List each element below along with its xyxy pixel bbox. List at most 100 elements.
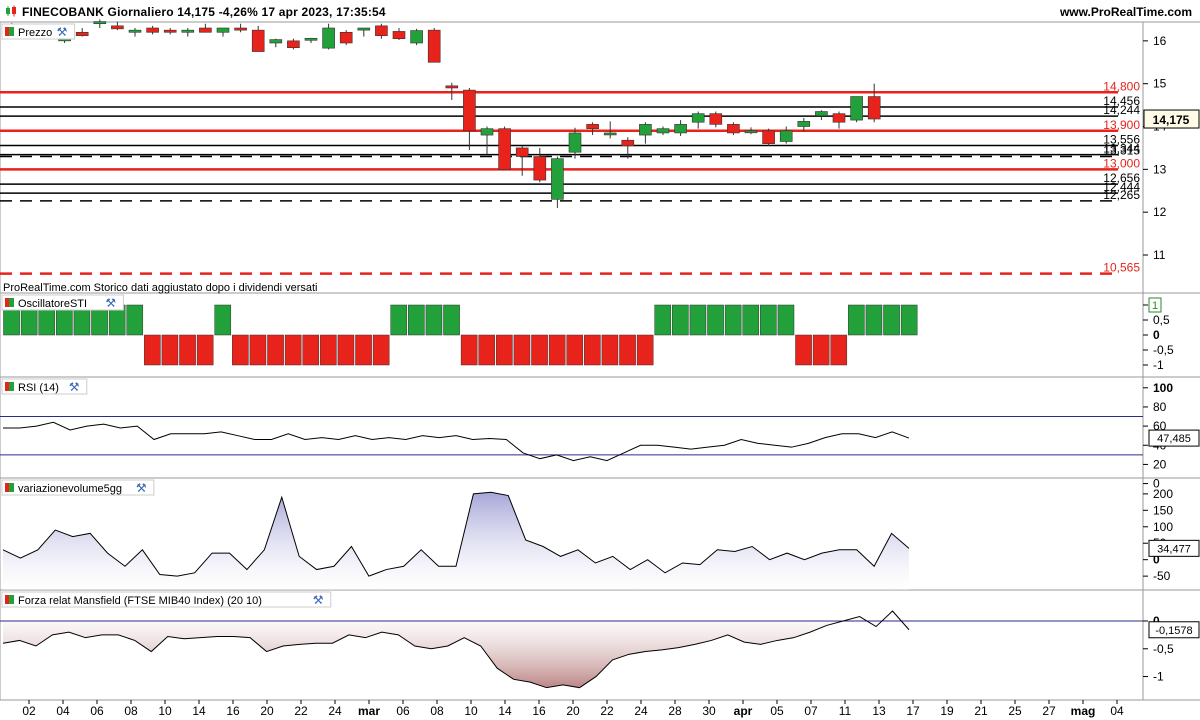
candle-body bbox=[357, 27, 371, 31]
candle-body bbox=[146, 27, 159, 33]
panel-label-text: variazionevolume5gg bbox=[18, 483, 122, 495]
candle-body bbox=[621, 139, 635, 147]
candle-body bbox=[832, 113, 846, 123]
sti-tick-label: 0 bbox=[1153, 328, 1160, 342]
candle-body bbox=[375, 25, 388, 37]
sti-bar bbox=[777, 304, 795, 336]
x-tick-label: 25 bbox=[1008, 704, 1022, 718]
candle-body bbox=[199, 27, 212, 33]
wrench-icon[interactable]: ⚒ bbox=[69, 380, 80, 394]
sti-bar bbox=[320, 334, 337, 366]
panel-label-rsi[interactable]: RSI (14) ⚒ bbox=[1, 378, 88, 395]
price-level-label: 13,000 bbox=[1103, 156, 1140, 170]
price-level-label: 12,265 bbox=[1103, 188, 1140, 202]
panel-label-prezzo[interactable]: Prezzo ⚒ bbox=[1, 23, 76, 40]
candle-body bbox=[568, 132, 582, 153]
x-tick-label: 22 bbox=[294, 704, 308, 718]
wrench-icon[interactable]: ⚒ bbox=[105, 296, 116, 310]
x-tick-label: 22 bbox=[600, 704, 614, 718]
candle-body bbox=[304, 37, 318, 41]
sti-bar bbox=[408, 304, 425, 336]
candle-body bbox=[339, 31, 353, 44]
x-tick-label: 14 bbox=[192, 704, 206, 718]
x-tick-label: apr bbox=[734, 704, 753, 718]
candle-body bbox=[515, 147, 529, 157]
sti-bar bbox=[390, 304, 408, 336]
candle-body bbox=[75, 31, 89, 37]
sti-bar bbox=[425, 304, 443, 336]
sti-bar bbox=[760, 304, 777, 336]
panel-label-volume[interactable]: variazionevolume5gg ⚒ bbox=[1, 479, 155, 496]
candle-body bbox=[867, 96, 881, 120]
sti-bar bbox=[848, 304, 865, 336]
sti-bar bbox=[865, 304, 883, 336]
rsi-tick-label: 100 bbox=[1153, 381, 1173, 395]
panel-label-text: OscillatoreSTI bbox=[18, 298, 87, 310]
candle-body bbox=[797, 121, 811, 127]
sti-bar bbox=[249, 334, 267, 366]
candle-body bbox=[603, 132, 617, 136]
panel-label-sti[interactable]: OscillatoreSTI ⚒ bbox=[1, 294, 124, 311]
panel-label-text: Prezzo bbox=[18, 27, 52, 39]
x-tick-label: 16 bbox=[532, 704, 546, 718]
indicator-icon-half bbox=[5, 483, 9, 492]
x-tick-label: 21 bbox=[974, 704, 988, 718]
sti-bar bbox=[636, 334, 654, 366]
sti-bar bbox=[531, 334, 548, 366]
x-tick-label: 20 bbox=[566, 704, 580, 718]
volume-tick-label: 100 bbox=[1153, 520, 1173, 534]
sti-bar bbox=[179, 334, 196, 366]
x-tick-label: 24 bbox=[328, 704, 342, 718]
sti-bar bbox=[443, 304, 460, 336]
sti-bar bbox=[267, 334, 284, 366]
x-tick-label: 06 bbox=[90, 704, 104, 718]
x-tick-label: 06 bbox=[396, 704, 410, 718]
indicator-icon-half bbox=[5, 382, 9, 391]
rsi-tick-label: 80 bbox=[1153, 400, 1167, 414]
sti-bar bbox=[496, 334, 513, 366]
mansfield-area bbox=[3, 611, 909, 688]
x-tick-label: 14 bbox=[498, 704, 512, 718]
wrench-icon[interactable]: ⚒ bbox=[136, 481, 147, 495]
sti-bar bbox=[672, 304, 689, 336]
candle-body bbox=[234, 27, 247, 31]
x-tick-label: 28 bbox=[668, 704, 682, 718]
candle-body bbox=[128, 29, 142, 33]
x-tick-label: 05 bbox=[770, 704, 784, 718]
x-tick-label: 19 bbox=[940, 704, 954, 718]
x-tick-label: 04 bbox=[56, 704, 70, 718]
price-level-label: 14,800 bbox=[1103, 79, 1140, 93]
rsi-current-label: 47,485 bbox=[1157, 433, 1191, 445]
candle-body bbox=[410, 30, 423, 44]
chart-canvas[interactable]: 16151413121114,80014,45614,24413,90013,5… bbox=[0, 0, 1200, 720]
price-tick-label: 11 bbox=[1153, 248, 1166, 262]
wrench-icon[interactable]: ⚒ bbox=[313, 593, 324, 607]
sti-bar bbox=[900, 304, 918, 336]
candle-body bbox=[762, 130, 775, 144]
indicator-icon-half bbox=[5, 27, 9, 36]
sti-bar bbox=[584, 334, 601, 366]
x-tick-label: 24 bbox=[634, 704, 648, 718]
x-tick-label: 20 bbox=[260, 704, 274, 718]
x-tick-label: mar bbox=[358, 704, 380, 718]
candle-body bbox=[93, 21, 107, 25]
sti-bar bbox=[689, 304, 707, 336]
sti-bar bbox=[144, 334, 161, 366]
sti-bar bbox=[654, 304, 672, 336]
sti-bar bbox=[232, 334, 249, 366]
indicator-icon-half bbox=[5, 298, 9, 307]
candle-body bbox=[656, 128, 670, 134]
panel-label-mansfield[interactable]: Forza relat Mansfield (FTSE MIB40 Index)… bbox=[1, 591, 332, 608]
candle-body bbox=[586, 124, 599, 129]
candle-body bbox=[163, 29, 177, 33]
mansfield-tick-label: -1 bbox=[1153, 670, 1164, 684]
sti-bar bbox=[513, 334, 531, 366]
x-tick-label: 27 bbox=[1042, 704, 1056, 718]
volume-area bbox=[3, 492, 909, 590]
candle-body bbox=[498, 128, 511, 170]
sti-bar bbox=[284, 334, 302, 366]
sti-bar bbox=[372, 334, 390, 366]
candle-body bbox=[850, 96, 863, 121]
wrench-icon[interactable]: ⚒ bbox=[57, 25, 68, 39]
x-tick-label: 10 bbox=[158, 704, 172, 718]
